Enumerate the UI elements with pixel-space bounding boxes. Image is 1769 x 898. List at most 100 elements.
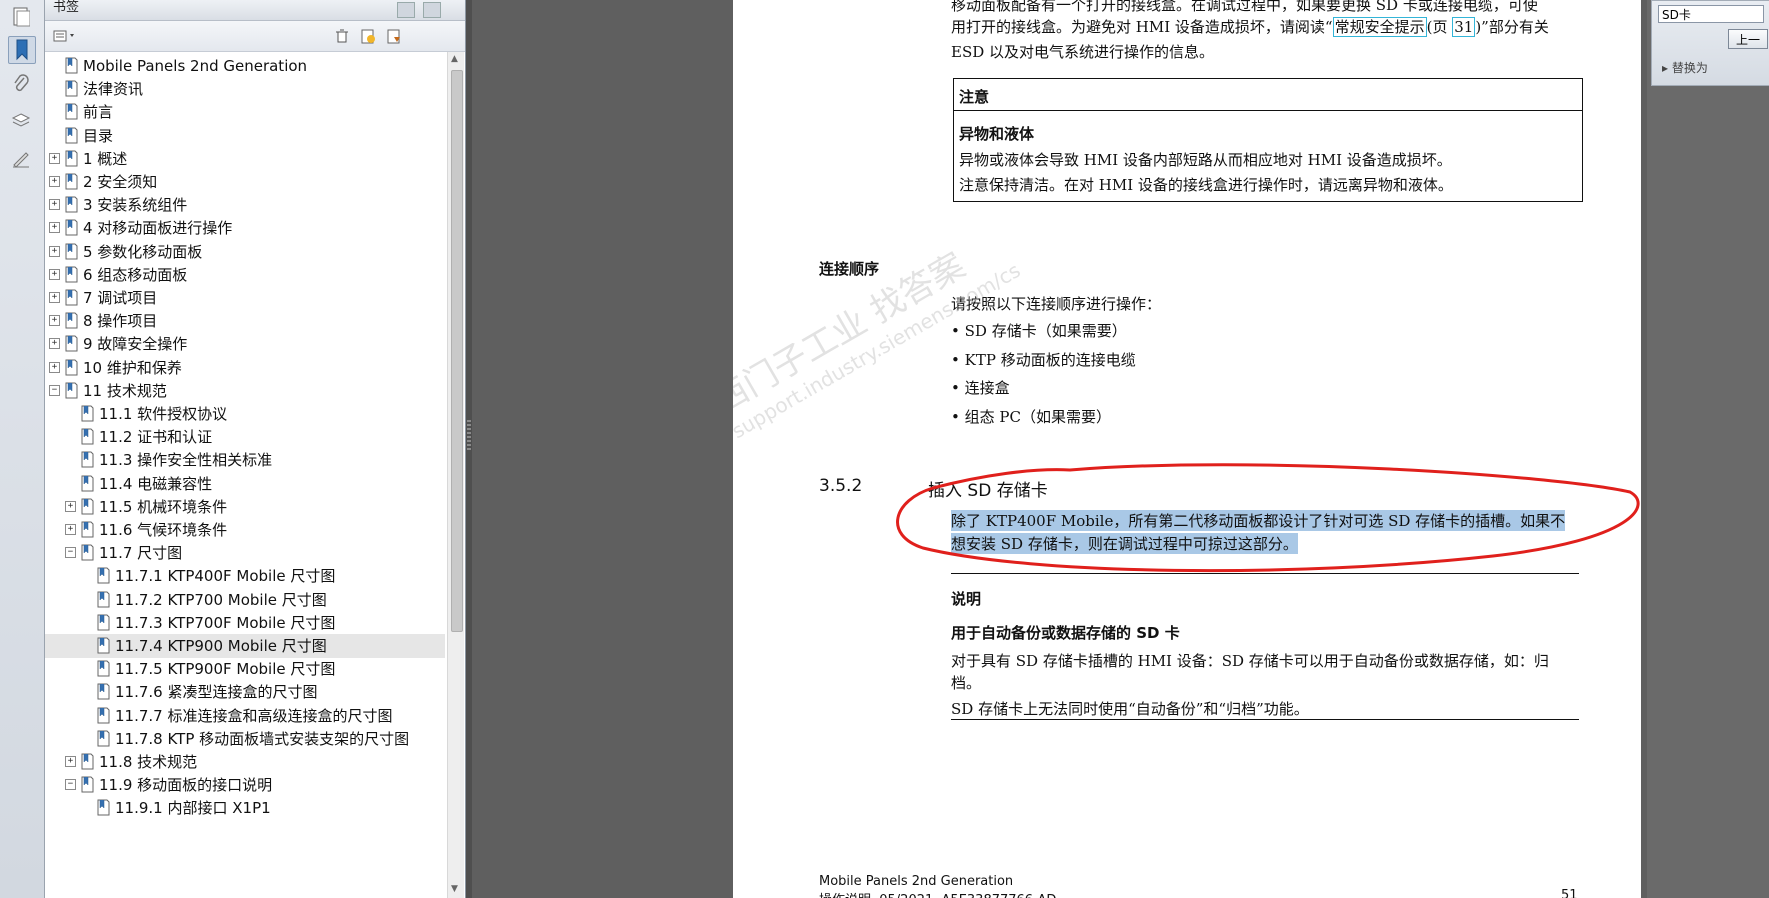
bookmark-icon bbox=[65, 80, 78, 97]
expand-icon[interactable]: + bbox=[49, 292, 60, 303]
delete-bookmark-icon[interactable] bbox=[331, 26, 353, 46]
expand-icon[interactable]: + bbox=[49, 338, 60, 350]
bookmark-item[interactable]: 11.7.5 KTP900F Mobile 尺寸图 bbox=[45, 657, 445, 681]
bookmark-icon bbox=[97, 614, 110, 631]
red-annotation-ellipse[interactable] bbox=[733, 0, 1641, 898]
bookmark-item[interactable]: +8 操作项目 bbox=[45, 309, 445, 333]
layers-icon[interactable] bbox=[8, 108, 34, 134]
bookmark-label: 11.7 尺寸图 bbox=[99, 544, 183, 563]
bookmark-item[interactable]: Mobile Panels 2nd Generation bbox=[45, 54, 445, 78]
bookmark-icon bbox=[81, 498, 94, 515]
bookmark-label: 7 调试项目 bbox=[83, 289, 158, 307]
bookmark-icon bbox=[65, 103, 78, 120]
bookmark-item[interactable]: +6 组态移动面板 bbox=[45, 263, 445, 287]
bookmark-item[interactable]: 法律资讯 bbox=[45, 77, 445, 101]
bookmark-item[interactable]: − 11 技术规范 bbox=[45, 379, 445, 403]
bookmark-icon bbox=[97, 683, 110, 700]
bookmark-item[interactable]: 11.4 电磁兼容性 bbox=[45, 472, 445, 496]
bookmark-item[interactable]: +3 安装系统组件 bbox=[45, 193, 445, 217]
bookmark-item[interactable]: 11.7.7 标准连接盒和高级连接盒的尺寸图 bbox=[45, 704, 445, 728]
bookmark-label: 11.7.2 KTP700 Mobile 尺寸图 bbox=[115, 590, 327, 609]
expand-icon[interactable]: + bbox=[65, 500, 76, 512]
bookmark-tree: Mobile Panels 2nd Generation 法律资讯 前言目录 +1 概… bbox=[45, 52, 447, 898]
bookmark-icon bbox=[65, 266, 78, 283]
bookmark-item[interactable]: +2 安全须知 bbox=[45, 170, 445, 194]
bookmarks-toolbar bbox=[45, 21, 465, 52]
bookmark-label: 3 安装系统组件 bbox=[83, 196, 188, 215]
bookmark-label: 11.7.5 KTP900F Mobile 尺寸图 bbox=[115, 660, 336, 679]
bookmark-item[interactable]: 目录 bbox=[45, 124, 445, 148]
bookmark-icon bbox=[97, 660, 110, 677]
bookmark-item[interactable]: 11.7.1 KTP400F Mobile 尺寸图 bbox=[45, 564, 445, 588]
page-number: 51 bbox=[1561, 888, 1578, 898]
bookmark-item[interactable]: 11.1 软件授权协议 bbox=[45, 402, 445, 426]
expand-bookmark-icon[interactable] bbox=[383, 26, 405, 46]
bookmark-label: 目录 bbox=[83, 126, 114, 145]
bookmark-item[interactable]: − 11.7 尺寸图 bbox=[45, 541, 445, 565]
bookmark-label: 11.5 机械环境条件 bbox=[99, 497, 228, 516]
expand-icon[interactable]: + bbox=[49, 361, 60, 373]
bookmark-item[interactable]: − 11.9 移动面板的接口说明 bbox=[45, 773, 445, 797]
expand-icon[interactable]: + bbox=[49, 268, 60, 280]
bookmark-icon bbox=[65, 127, 78, 144]
collapse-icon[interactable]: − bbox=[65, 779, 76, 791]
bookmark-icon bbox=[81, 451, 94, 468]
bookmark-item[interactable]: +9 故障安全操作 bbox=[45, 332, 445, 356]
expand-icon[interactable]: + bbox=[49, 245, 60, 257]
expand-icon[interactable]: + bbox=[49, 199, 60, 211]
bookmarks-scrollbar[interactable]: ▲ ▼ bbox=[447, 52, 464, 898]
expand-icon[interactable]: + bbox=[65, 524, 76, 535]
bookmark-item[interactable]: +11.8 技术规范 bbox=[45, 750, 445, 774]
bookmark-icon bbox=[97, 567, 110, 584]
bookmark-icon bbox=[81, 428, 94, 445]
bookmark-item[interactable]: +5 参数化移动面板 bbox=[45, 240, 445, 264]
panel-options-icon[interactable] bbox=[397, 2, 415, 18]
bookmark-icon bbox=[97, 730, 110, 747]
new-bookmark-icon[interactable] bbox=[357, 26, 379, 46]
bookmark-icon bbox=[97, 799, 110, 816]
options-menu-icon[interactable] bbox=[51, 26, 81, 46]
replace-toggle[interactable]: ▸ 替换为 bbox=[1662, 59, 1708, 76]
expand-icon[interactable]: + bbox=[49, 315, 60, 327]
bookmark-item[interactable]: +11.5 机械环境条件 bbox=[45, 495, 445, 519]
expand-icon[interactable]: + bbox=[49, 222, 60, 234]
signatures-icon[interactable] bbox=[8, 146, 34, 172]
bookmark-label: 11.7.8 KTP 移动面板墙式安装支架的尺寸图 bbox=[115, 729, 410, 748]
collapse-icon[interactable]: − bbox=[49, 384, 60, 396]
bookmark-item[interactable]: 11.7.6 紧凑型连接盒的尺寸图 bbox=[45, 680, 445, 704]
scrollbar-thumb[interactable] bbox=[451, 70, 463, 632]
bookmark-icon bbox=[81, 521, 94, 538]
bookmark-item[interactable]: 11.7.2 KTP700 Mobile 尺寸图 bbox=[45, 588, 445, 612]
bookmark-item[interactable]: 11.3 操作安全性相关标准 bbox=[45, 448, 445, 472]
bookmark-icon bbox=[81, 544, 94, 561]
collapse-icon[interactable]: − bbox=[65, 547, 76, 559]
bookmark-item[interactable]: +7 调试项目 bbox=[45, 286, 445, 310]
expand-icon[interactable]: + bbox=[65, 756, 76, 767]
panel-close-icon[interactable] bbox=[423, 2, 441, 18]
page-thumbnails-icon[interactable] bbox=[8, 4, 34, 30]
bookmark-item[interactable]: +10 维护和保养 bbox=[45, 356, 445, 380]
find-input[interactable] bbox=[1658, 5, 1764, 23]
footer-title: Mobile Panels 2nd Generation bbox=[819, 874, 1014, 889]
bookmark-item[interactable]: 11.7.3 KTP700F Mobile 尺寸图 bbox=[45, 611, 445, 635]
expand-icon[interactable]: + bbox=[49, 152, 60, 164]
bookmark-label: 11.4 电磁兼容性 bbox=[99, 474, 213, 493]
bookmark-icon bbox=[81, 753, 94, 770]
footer-subtitle: 操作说明, 05/2021, A5E33877766-AD bbox=[819, 889, 1056, 898]
attachments-icon[interactable] bbox=[8, 72, 34, 98]
bookmark-item[interactable]: 前言 bbox=[45, 100, 445, 124]
bookmark-item[interactable]: +4 对移动面板进行操作 bbox=[45, 216, 445, 240]
bookmark-icon bbox=[97, 637, 110, 654]
splitter-grip-icon[interactable] bbox=[467, 420, 471, 450]
right-pane bbox=[1647, 0, 1769, 898]
expand-icon[interactable]: + bbox=[49, 176, 60, 187]
bookmark-item[interactable]: 11.2 证书和认证 bbox=[45, 425, 445, 449]
find-previous-button[interactable]: 上一 bbox=[1728, 29, 1768, 49]
bookmarks-icon[interactable] bbox=[8, 36, 36, 64]
bookmark-item[interactable]: 11.9.1 内部接口 X1P1 bbox=[45, 796, 445, 820]
bookmark-item[interactable]: 11.7.4 KTP900 Mobile 尺寸图 bbox=[45, 634, 445, 658]
bookmark-item[interactable]: 11.7.8 KTP 移动面板墙式安装支架的尺寸图 bbox=[45, 727, 445, 751]
bookmark-item[interactable]: +11.6 气候环境条件 bbox=[45, 518, 445, 542]
bookmark-item[interactable]: +1 概述 bbox=[45, 147, 445, 171]
bookmark-label: 11.7.6 紧凑型连接盒的尺寸图 bbox=[115, 683, 318, 702]
